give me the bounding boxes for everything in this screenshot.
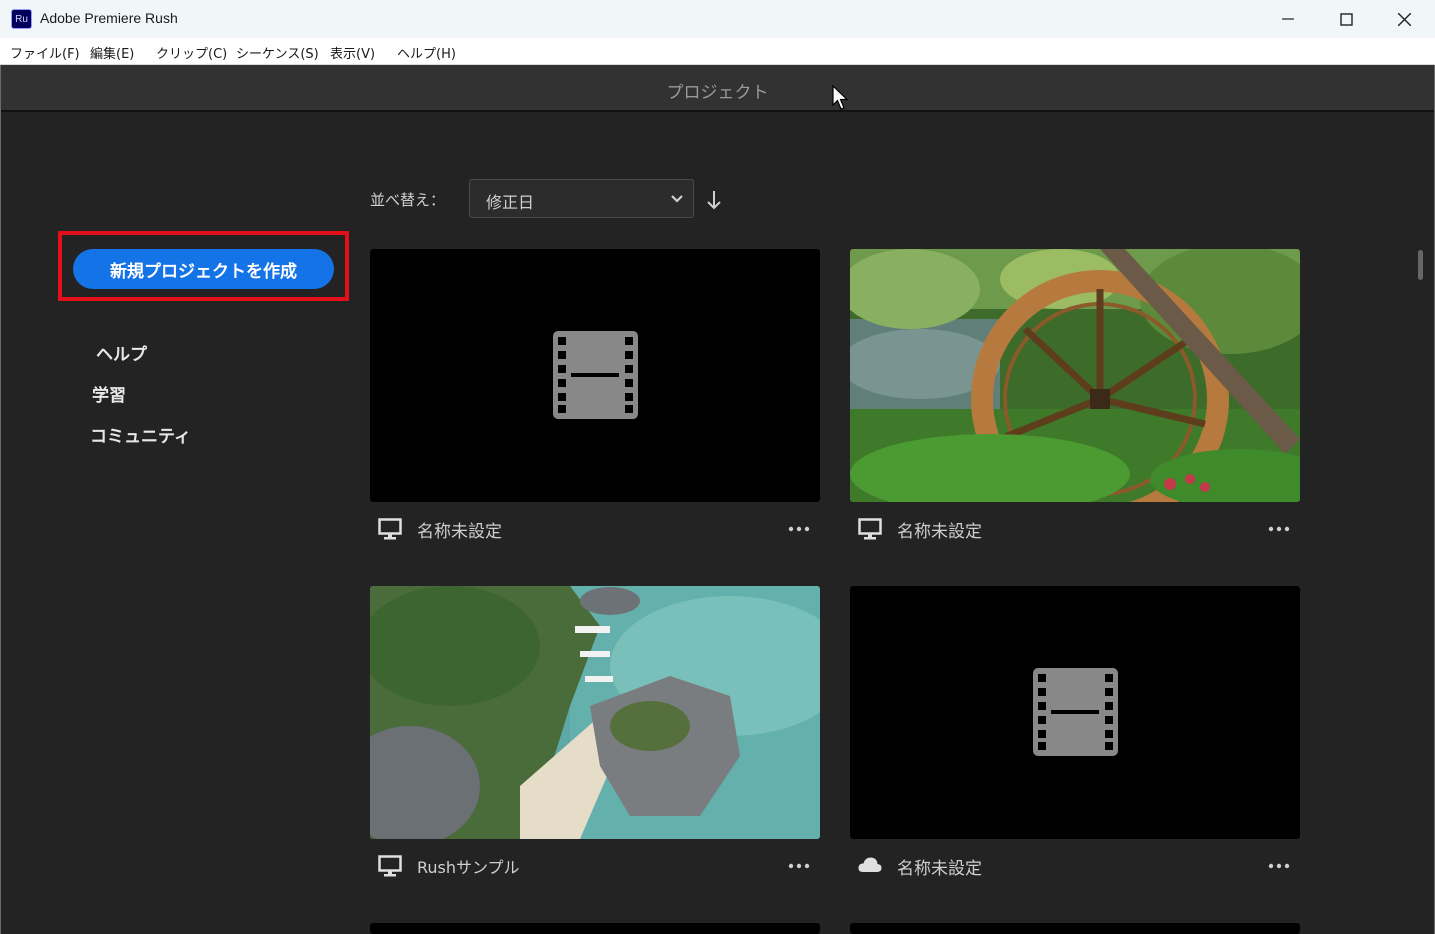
menu-edit[interactable]: 編集(E) (90, 43, 134, 62)
app-area: プロジェクト 新規プロジェクトを作成 ヘルプ 学習 コミュニティ 並べ替え： 修… (0, 65, 1435, 934)
project-name: 名称未設定 (897, 859, 982, 879)
sort-direction-arrow-icon[interactable] (705, 189, 723, 211)
title-bar: Ru Adobe Premiere Rush (0, 0, 1435, 38)
film-placeholder-icon (1033, 668, 1118, 756)
project-name: Rushサンプル (417, 858, 520, 877)
menu-file[interactable]: ファイル(F) (10, 43, 80, 62)
menu-sequence[interactable]: シーケンス(S) (236, 43, 319, 62)
film-placeholder-icon (553, 331, 638, 419)
menu-view[interactable]: 表示(V) (330, 43, 375, 62)
create-new-project-button[interactable]: 新規プロジェクトを作成 (73, 249, 334, 289)
project-name: 名称未設定 (897, 522, 982, 542)
more-options-icon[interactable] (788, 526, 810, 532)
sidebar-link-community[interactable]: コミュニティ (90, 422, 191, 447)
header-bar: プロジェクト (1, 65, 1434, 112)
sidebar-link-learn[interactable]: 学習 (92, 381, 126, 406)
minimize-icon (1282, 18, 1294, 20)
scrollbar-thumb[interactable] (1418, 250, 1423, 280)
project-thumbnail[interactable] (370, 249, 820, 502)
minimize-button[interactable] (1259, 0, 1317, 38)
monitor-icon (378, 855, 402, 877)
more-options-icon[interactable] (1268, 863, 1290, 869)
project-name: 名称未設定 (417, 522, 502, 542)
sort-dropdown[interactable]: 修正日 (469, 179, 694, 218)
menu-help[interactable]: ヘルプ(H) (397, 43, 456, 62)
sidebar-link-help[interactable]: ヘルプ (96, 340, 147, 365)
island-aerial-photo (370, 586, 820, 839)
sort-label: 並べ替え： (370, 191, 446, 209)
menu-clip[interactable]: クリップ(C) (156, 43, 227, 62)
monitor-icon (378, 518, 402, 540)
close-button[interactable] (1375, 0, 1433, 38)
chevron-down-icon (671, 195, 683, 203)
project-thumbnail-island[interactable] (370, 586, 820, 839)
monitor-icon (858, 518, 882, 540)
project-thumbnail-partial[interactable] (850, 923, 1300, 934)
waterwheel-photo (850, 249, 1300, 502)
mouse-cursor-icon (832, 85, 849, 110)
maximize-button[interactable] (1317, 0, 1375, 38)
premiere-rush-app-icon: Ru (11, 9, 32, 29)
more-options-icon[interactable] (788, 863, 810, 869)
project-thumbnail-partial[interactable] (370, 923, 820, 934)
project-thumbnail-waterwheel[interactable] (850, 249, 1300, 502)
maximize-icon (1339, 12, 1353, 26)
window-title: Adobe Premiere Rush (40, 10, 178, 26)
close-icon (1397, 12, 1411, 26)
menu-bar: ファイル(F) 編集(E) クリップ(C) シーケンス(S) 表示(V) ヘルプ… (0, 38, 1435, 65)
sort-selected-value: 修正日 (486, 193, 535, 212)
project-thumbnail[interactable] (850, 586, 1300, 839)
more-options-icon[interactable] (1268, 526, 1290, 532)
cloud-icon (858, 857, 882, 872)
page-title: プロジェクト (666, 83, 769, 103)
